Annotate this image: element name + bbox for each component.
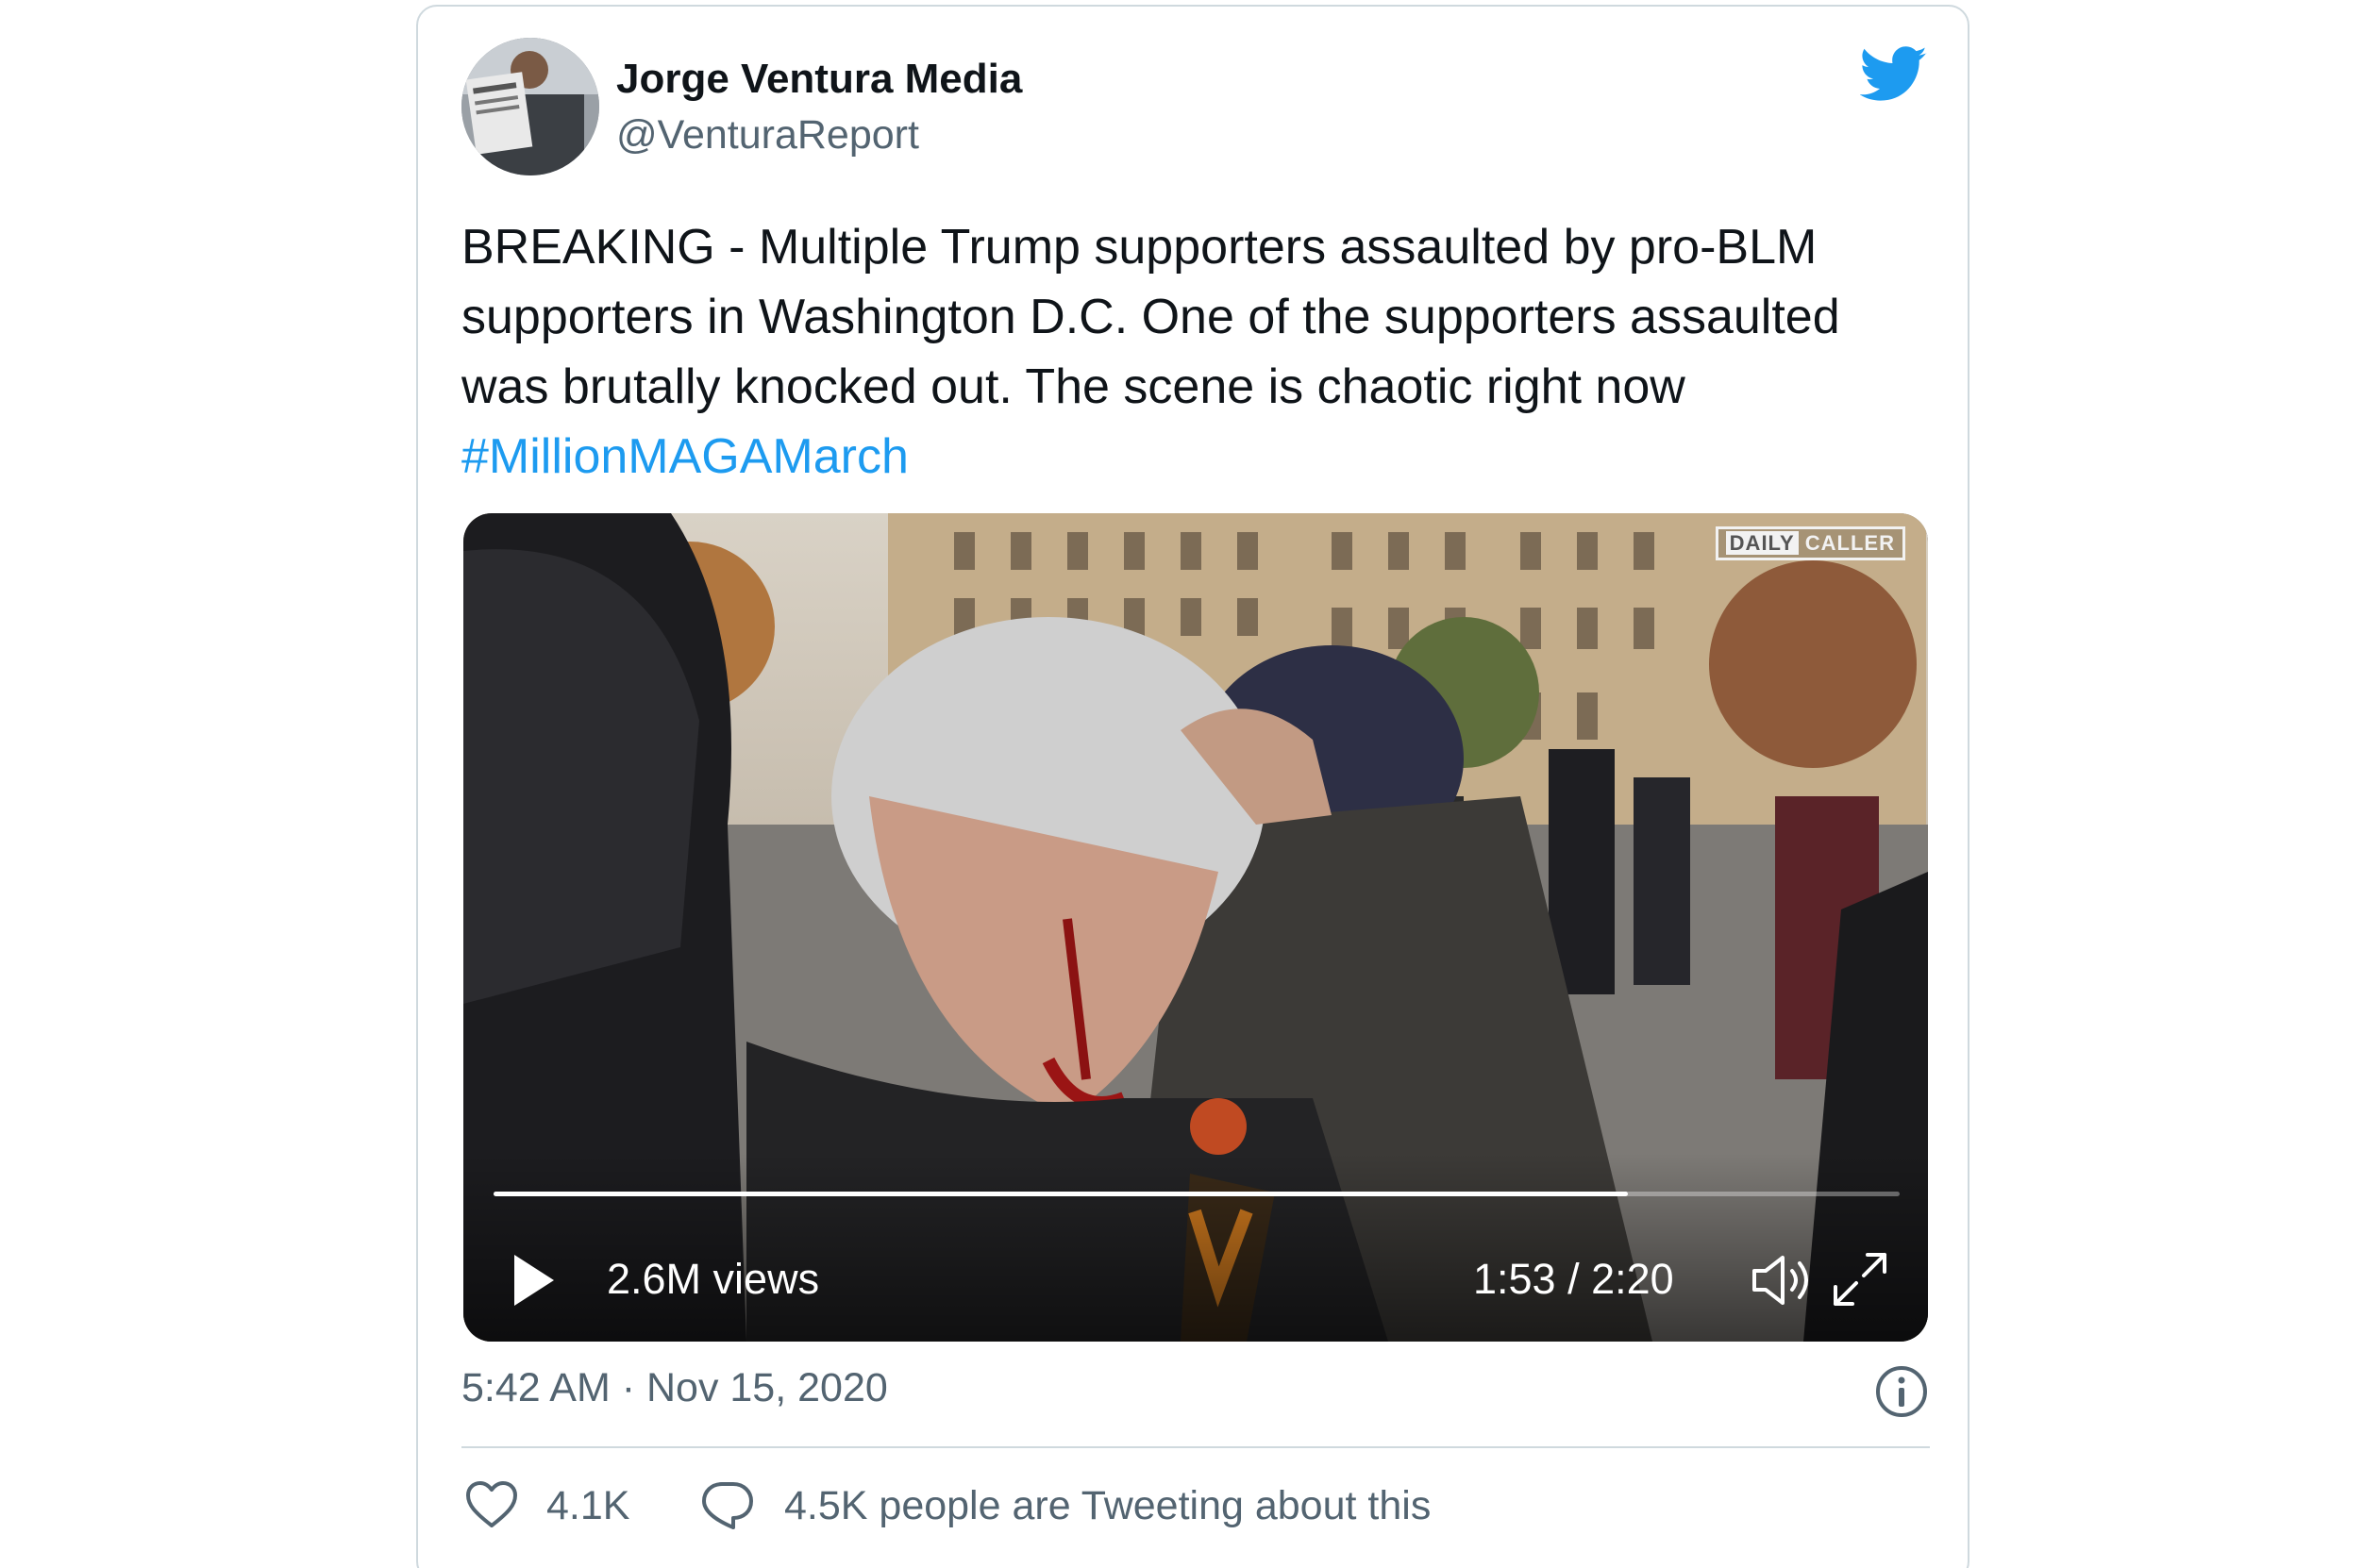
author-handle[interactable]: @VenturaReport	[616, 112, 919, 158]
video-player[interactable]: DAILY CALLER 2.6M views 1:53 / 2:20	[463, 513, 1928, 1342]
avatar[interactable]	[461, 38, 599, 175]
play-icon[interactable]	[511, 1252, 558, 1309]
hashtag-link[interactable]: #MillionMAGAMarch	[461, 422, 1934, 492]
twitter-bird-icon[interactable]	[1860, 46, 1928, 103]
tweet-timestamp[interactable]: 5:42 AM · Nov 15, 2020	[461, 1365, 888, 1411]
like-count[interactable]: 4.1K	[546, 1483, 629, 1529]
page: Jorge Ventura Media @VenturaReport BREAK…	[0, 0, 2363, 1568]
view-count: 2.6M views	[607, 1255, 820, 1303]
watermark-daily: DAILY	[1725, 531, 1799, 555]
controls-shade	[463, 1153, 1928, 1342]
volume-icon[interactable]	[1749, 1252, 1817, 1309]
divider	[461, 1446, 1930, 1448]
author-name[interactable]: Jorge Ventura Media	[616, 56, 1022, 103]
heart-icon[interactable]	[465, 1480, 518, 1529]
progress-bar[interactable]	[494, 1192, 1900, 1196]
watermark-caller: CALLER	[1804, 531, 1895, 555]
conversation-link[interactable]: 4.5K people are Tweeting about this	[784, 1483, 1431, 1529]
tweet-body: BREAKING - Multiple Trump supporters ass…	[461, 220, 1840, 414]
tweet-card[interactable]: Jorge Ventura Media @VenturaReport BREAK…	[416, 5, 1969, 1568]
speech-bubble-icon[interactable]	[701, 1480, 754, 1531]
watermark: DAILY CALLER	[1715, 526, 1905, 560]
progress-fill	[494, 1192, 1629, 1196]
fullscreen-icon[interactable]	[1830, 1249, 1890, 1309]
info-icon[interactable]	[1875, 1365, 1928, 1418]
video-time: 1:53 / 2:20	[1473, 1255, 1674, 1303]
tweet-text: BREAKING - Multiple Trump supporters ass…	[461, 212, 1934, 492]
